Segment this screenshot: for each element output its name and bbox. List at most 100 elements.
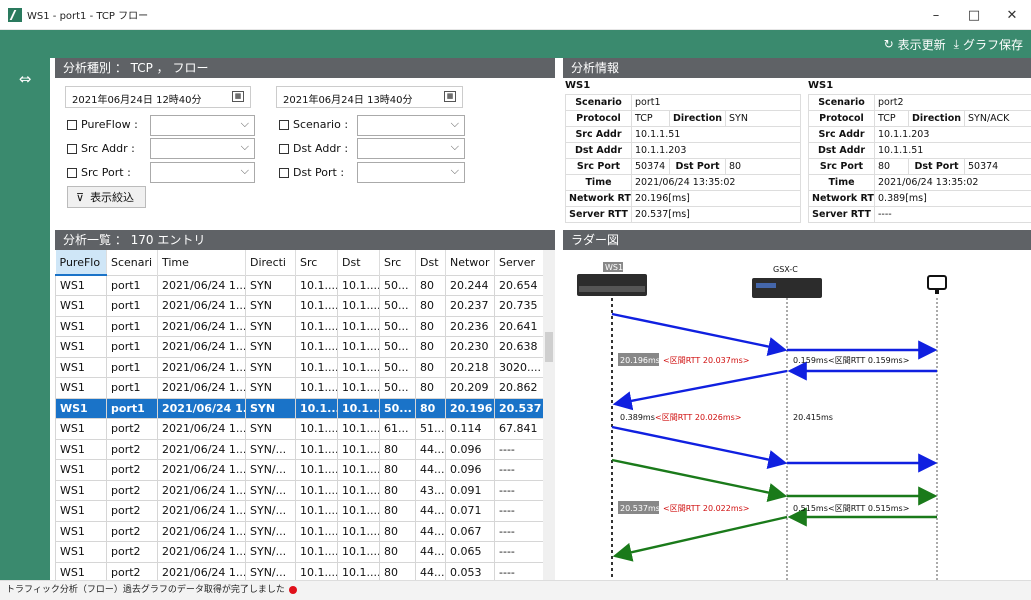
info-right-title: WS1 — [808, 80, 834, 91]
table-row[interactable]: WS1port12021/06/24 1...SYN10.1....10.1..… — [55, 336, 544, 358]
table-scrollbar[interactable] — [543, 250, 555, 580]
pureflow-checkbox[interactable]: PureFlow : — [67, 118, 138, 131]
monitor-screen — [927, 275, 947, 290]
table-cell: 0.067 — [445, 520, 495, 542]
label2: 0.159ms — [793, 356, 828, 365]
date-to-input[interactable]: 2021年06月24日 13時40分 ▦ — [276, 86, 463, 108]
dst-port-select[interactable] — [357, 162, 465, 183]
table-row[interactable]: WS1port12021/06/24 1...SYN10.1....10.1..… — [55, 397, 544, 419]
table-cell: port1 — [106, 315, 158, 337]
minimize-button[interactable]: – — [917, 0, 955, 30]
table-cell: 43... — [415, 479, 446, 501]
label1: 20.196ms — [620, 356, 660, 365]
table-cell: port1 — [106, 295, 158, 317]
table-cell: 2021/06/24 1... — [157, 274, 246, 296]
table-cell: 10.1.... — [295, 377, 338, 399]
table-cell: 10.1.... — [337, 459, 380, 481]
column-header[interactable]: Src — [295, 250, 338, 275]
table-cell: port2 — [106, 438, 158, 460]
arrow-ack-1 — [611, 425, 788, 469]
calendar-icon[interactable]: ▦ — [444, 91, 456, 102]
table-row[interactable]: WS1 port2 2021/06/24 1... SYN/... 10.1.... 10… — [55, 541, 544, 563]
table-cell: 20.638 — [494, 336, 544, 358]
src-port-checkbox[interactable]: Src Port : — [67, 166, 131, 179]
table-cell: 80 — [415, 315, 446, 337]
dst-port-checkbox[interactable]: Dst Port : — [279, 166, 344, 179]
table-row[interactable]: WS1port12021/06/24 1...SYN10.1....10.1..… — [55, 274, 544, 296]
table-cell: SYN — [245, 397, 296, 419]
table-row[interactable]: WS1 port2 2021/06/24 1... SYN 10.1.... 10.1..… — [55, 418, 544, 440]
list-header: 分析一覧 ： 170 エントリ — [55, 230, 555, 250]
table-cell: 3020.... — [494, 356, 544, 378]
window-title: WS1 - port1 - TCP フロー — [27, 11, 149, 22]
table-cell: 0.065 — [445, 541, 495, 563]
column-header[interactable]: Dst — [415, 250, 446, 275]
table-cell: SYN/... — [245, 479, 296, 501]
table-cell: port2 — [106, 459, 158, 481]
dst-addr-select[interactable] — [357, 138, 465, 159]
table-cell: 10.1.... — [295, 274, 338, 296]
src-addr-checkbox[interactable]: Src Addr : — [67, 142, 135, 155]
column-header[interactable]: Scenari — [106, 250, 158, 275]
filter-apply-button[interactable]: ⊽ 表示絞込 — [67, 186, 146, 208]
ladder-diagram: WS1 GSX-C 20.196ms <区間RTT 20.037ms> 0.15… — [563, 250, 1031, 580]
date-from-input[interactable]: 2021年06月24日 12時40分 ▦ — [65, 86, 251, 108]
table-cell: 44... — [415, 500, 446, 522]
src-port-select[interactable] — [150, 162, 255, 183]
flow-direction-icon[interactable]: ⇔ — [12, 66, 38, 92]
table-cell: 10.1.... — [337, 336, 380, 358]
table-row[interactable]: WS1 port2 2021/06/24 1... SYN/... 10.1.... 10… — [55, 459, 544, 481]
table-cell: WS1 — [55, 377, 107, 399]
checkbox-box[interactable] — [67, 143, 77, 154]
table-row[interactable]: WS1port12021/06/24 1...SYN10.1....10.1..… — [55, 315, 544, 337]
table-cell: 20.237 — [445, 295, 495, 317]
table-row[interactable]: WS1 port2 2021/06/24 1... SYN/... 10.1.... 10… — [55, 438, 544, 460]
checkbox-box[interactable] — [279, 119, 289, 130]
close-button[interactable]: ✕ — [993, 0, 1031, 30]
table-cell: port2 — [106, 500, 158, 522]
table-row[interactable]: WS1 port2 2021/06/24 1... SYN/... 10.1.... 10… — [55, 500, 544, 522]
table-row[interactable]: WS1port12021/06/24 1...SYN10.1....10.1..… — [55, 356, 544, 378]
column-header[interactable]: Server — [494, 250, 544, 275]
column-header[interactable]: PureFlo — [55, 250, 107, 276]
table-row[interactable]: WS1port12021/06/24 1...SYN10.1....10.1..… — [55, 295, 544, 317]
table-row[interactable]: WS1 port2 2021/06/24 1... SYN/... 10.1.... 10… — [55, 479, 544, 501]
scrollbar-thumb[interactable] — [545, 332, 553, 362]
table-row[interactable]: WS1 port2 2021/06/24 1... SYN/... 10.1.... 10… — [55, 520, 544, 542]
toolbar: ↻ 表示更新 ⤓ グラフ保存 — [0, 30, 1031, 58]
table-cell: 10.1.... — [295, 295, 338, 317]
column-header[interactable]: Dst — [337, 250, 380, 275]
scenario-select[interactable] — [357, 115, 465, 136]
src-addr-select[interactable] — [150, 138, 255, 159]
label5: 20.537ms — [620, 504, 660, 513]
checkbox-box[interactable] — [279, 143, 289, 154]
maximize-button[interactable]: □ — [955, 0, 993, 30]
table-cell: 20.862 — [494, 377, 544, 399]
pureflow-select[interactable] — [150, 115, 255, 136]
column-header[interactable]: Time — [157, 250, 246, 275]
table-row[interactable]: WS1 port2 2021/06/24 1... SYN/... 10.1.... 10… — [55, 561, 544, 580]
table-cell: 50... — [379, 377, 416, 399]
table-cell: 0.071 — [445, 500, 495, 522]
calendar-icon[interactable]: ▦ — [232, 91, 244, 102]
save-graph-button[interactable]: ⤓ グラフ保存 — [954, 36, 1023, 53]
checkbox-box[interactable] — [67, 167, 77, 178]
column-header[interactable]: Directi — [245, 250, 296, 275]
table-cell: SYN/... — [245, 520, 296, 542]
table-row[interactable]: WS1port12021/06/24 1...SYN10.1....10.1..… — [55, 377, 544, 399]
table-cell: port2 — [106, 520, 158, 542]
checkbox-box[interactable] — [67, 119, 77, 130]
table-cell: 2021/06/24 1... — [157, 520, 246, 542]
scenario-checkbox[interactable]: Scenario : — [279, 118, 348, 131]
table-cell: 10.1.... — [295, 356, 338, 378]
table-cell: 10.1.... — [295, 336, 338, 358]
flow-table-container: PureFlo Scenari Time Directi Src Dst Src Dst Net… — [55, 250, 555, 580]
column-header[interactable]: Src — [379, 250, 416, 275]
column-header[interactable]: Networ — [445, 250, 495, 275]
refresh-button[interactable]: ↻ 表示更新 — [884, 36, 946, 53]
arrow-data-1 — [611, 458, 788, 502]
dst-addr-checkbox[interactable]: Dst Addr : — [279, 142, 348, 155]
arrow-synack-2 — [612, 369, 788, 411]
arrow-syn-1 — [611, 312, 788, 356]
checkbox-box[interactable] — [279, 167, 289, 178]
